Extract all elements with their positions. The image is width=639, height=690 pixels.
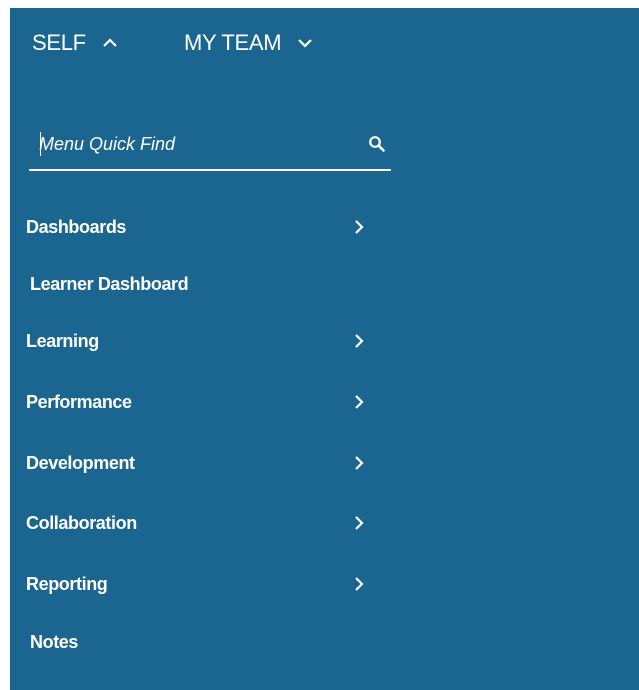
- chevron-right-icon: [355, 577, 364, 591]
- menu-item-label: Notes: [30, 631, 79, 652]
- menu-item-learner-dashboard[interactable]: Learner Dashboard: [30, 267, 370, 301]
- menu-item-development[interactable]: Development: [26, 446, 366, 480]
- chevron-right-icon: [355, 220, 364, 234]
- chevron-up-icon: [102, 38, 118, 48]
- menu-item-performance[interactable]: Performance: [26, 385, 366, 419]
- menu-item-label: Development: [26, 452, 135, 473]
- menu-item-notes[interactable]: Notes: [30, 625, 370, 659]
- chevron-right-icon: [355, 334, 364, 348]
- menu-item-label: Learning: [26, 330, 99, 351]
- menu-item-reporting[interactable]: Reporting: [26, 567, 366, 601]
- menu-quick-find: [29, 121, 391, 171]
- menu-item-label: Reporting: [26, 573, 108, 594]
- chevron-down-icon: [297, 38, 313, 48]
- tab-my-team-label: MY TEAM: [184, 30, 282, 55]
- tab-self-label: SELF: [32, 30, 86, 55]
- menu-item-label: Dashboards: [26, 216, 127, 237]
- tab-my-team[interactable]: MY TEAM: [184, 30, 313, 56]
- menu-item-label: Performance: [26, 391, 132, 412]
- search-icon[interactable]: [368, 135, 386, 158]
- menu-item-collaboration[interactable]: Collaboration: [26, 506, 366, 540]
- chevron-right-icon: [355, 516, 364, 530]
- chevron-right-icon: [355, 395, 364, 409]
- navigation-panel: SELF MY TEAM Dashboards Learner Dashboar…: [10, 8, 639, 690]
- menu-quick-find-input[interactable]: [39, 129, 339, 159]
- tab-self[interactable]: SELF: [32, 30, 118, 56]
- menu-item-label: Learner Dashboard: [30, 273, 189, 294]
- chevron-right-icon: [355, 456, 364, 470]
- menu-item-learning[interactable]: Learning: [26, 324, 366, 358]
- menu-item-label: Collaboration: [26, 512, 137, 533]
- menu-item-dashboards[interactable]: Dashboards: [26, 210, 366, 244]
